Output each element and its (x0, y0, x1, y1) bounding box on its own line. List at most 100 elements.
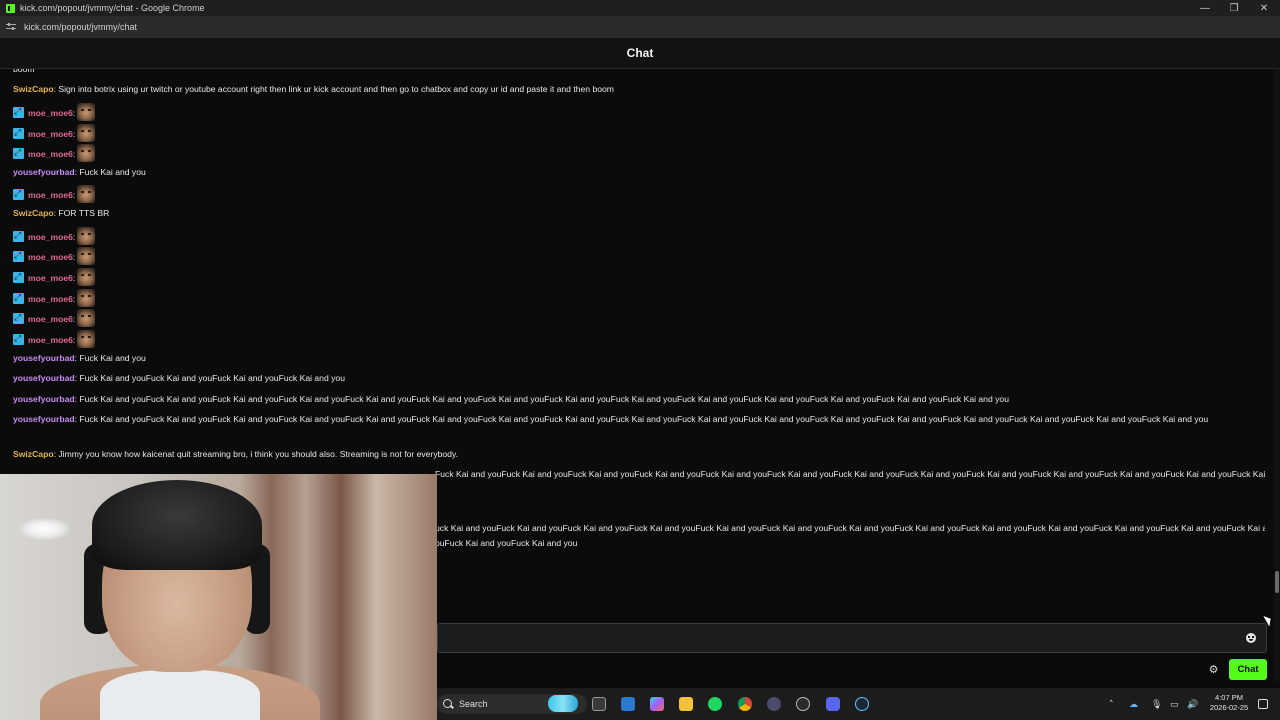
emote-icon (77, 144, 96, 162)
message-text: : FOR TTS BR (53, 208, 110, 218)
emote-icon (77, 268, 96, 286)
obs-icon[interactable] (796, 697, 810, 711)
badge-icon (13, 332, 24, 346)
badge-icon (13, 270, 24, 284)
message-text: : Fuck Kai and you (74, 353, 146, 363)
chevron-up-icon[interactable]: ˄ (1109, 700, 1114, 710)
chat-message: moe_moe6: (13, 289, 1263, 307)
clock-time: 4:07 PM (1215, 693, 1243, 702)
username[interactable]: moe_moe6 (28, 314, 73, 324)
emote-icon (77, 330, 96, 348)
chat-message: moe_moe6: (13, 124, 1263, 142)
badge-icon (13, 311, 24, 325)
badge-icon (13, 105, 24, 119)
message-text: : (72, 190, 76, 200)
message-text: : (72, 252, 76, 262)
scrollbar-thumb[interactable] (1275, 571, 1279, 593)
search-icon[interactable] (443, 699, 452, 708)
badge-icon (13, 291, 24, 305)
chat-message: moe_moe6: (13, 268, 1263, 286)
window-title: kick.com/popout/jvmmy/chat - Google Chro… (20, 3, 205, 13)
username[interactable]: yousefyourbad (13, 373, 75, 383)
search-highlight-icon[interactable] (548, 695, 578, 712)
chat-message: moe_moe6: (13, 330, 1263, 348)
chat-title: Chat (626, 46, 654, 60)
chrome-icon[interactable] (738, 697, 752, 711)
emote-icon (77, 289, 96, 307)
mic-icon[interactable]: 🎙 (1151, 700, 1162, 710)
message-text: : (72, 273, 76, 283)
address-bar[interactable]: kick.com/popout/jvmmy/chat (0, 16, 1280, 38)
store-icon[interactable] (621, 697, 635, 711)
message-text: : (72, 232, 76, 242)
file-explorer-icon[interactable] (679, 697, 693, 711)
gear-icon[interactable]: ⚙ (1208, 664, 1219, 675)
emote-icon (77, 227, 96, 245)
close-button[interactable]: ✕ (1249, 0, 1279, 16)
chat-message: yousefyourbad: Fuck Kai and you (13, 351, 1263, 365)
app-icon[interactable] (767, 697, 781, 711)
username[interactable]: moe_moe6 (28, 232, 73, 242)
username[interactable]: SwizCapo (13, 449, 54, 459)
chat-message: SwizCapo: Jimmy you know how kaicenat qu… (13, 447, 1263, 461)
emote-icon (77, 309, 96, 327)
username[interactable]: moe_moe6 (28, 252, 73, 262)
username[interactable]: moe_moe6 (28, 190, 73, 200)
username[interactable]: SwizCapo (13, 84, 54, 94)
taskbar-clock[interactable]: 4:07 PM 2026-02-25 (1205, 693, 1253, 713)
copilot-icon[interactable] (650, 697, 664, 711)
username[interactable]: moe_moe6 (28, 335, 73, 345)
chat-message: SwizCapo: FOR TTS BR (13, 206, 1263, 220)
username[interactable]: moe_moe6 (28, 149, 73, 159)
task-view-icon[interactable] (592, 697, 606, 711)
chat-message: SwizCapo: Sign into botrix using ur twit… (13, 82, 1263, 96)
onedrive-icon[interactable]: ☁ (1129, 700, 1138, 710)
message-text: : Sign into botrix using ur twitch or yo… (53, 84, 614, 94)
network-icon[interactable]: ▭ (1170, 700, 1179, 710)
emote-icon (77, 185, 96, 203)
emote-icon (77, 124, 96, 142)
site-info-icon[interactable] (6, 23, 16, 31)
chat-message: moe_moe6: (13, 144, 1263, 162)
volume-icon[interactable]: 🔊 (1187, 700, 1198, 710)
username[interactable]: yousefyourbad (13, 394, 75, 404)
message-text: : Jimmy you know how kaicenat quit strea… (53, 449, 459, 459)
chat-input[interactable] (437, 623, 1267, 653)
streamer-bonnet (92, 480, 262, 570)
message-text: : (72, 314, 76, 324)
message-text: : Fuck Kai and youFuck Kai and youFuck K… (74, 373, 345, 383)
username[interactable]: moe_moe6 (28, 273, 73, 283)
discord-icon[interactable] (826, 697, 840, 711)
streamer-shirt (100, 670, 260, 720)
username[interactable]: yousefyourbad (13, 414, 75, 424)
badge-icon (13, 146, 24, 160)
chat-message: yousefyourbad: Fuck Kai and you (13, 165, 1263, 179)
message-text: : Fuck Kai and youFuck Kai and youFuck K… (74, 414, 1209, 424)
chat-message: moe_moe6: (13, 185, 1263, 203)
message-text: : (72, 108, 76, 118)
emoji-icon[interactable] (1246, 633, 1256, 643)
username[interactable]: yousefyourbad (13, 167, 75, 177)
url-text[interactable]: kick.com/popout/jvmmy/chat (24, 22, 137, 32)
message-text: : (72, 129, 76, 139)
username[interactable]: moe_moe6 (28, 108, 73, 118)
restore-button[interactable]: ❐ (1219, 0, 1249, 16)
minimize-button[interactable]: — (1190, 0, 1220, 16)
username[interactable]: yousefyourbad (13, 353, 75, 363)
steam-icon[interactable] (855, 697, 869, 711)
username[interactable]: moe_moe6 (28, 294, 73, 304)
username[interactable]: SwizCapo (13, 208, 54, 218)
send-chat-button[interactable]: Chat (1229, 659, 1267, 680)
notification-icon[interactable] (1258, 699, 1268, 709)
username[interactable]: moe_moe6 (28, 129, 73, 139)
chat-message-partial: ouFuck Kai and youFuck Kai and you (435, 538, 578, 548)
spotify-icon[interactable] (708, 697, 722, 711)
search-label[interactable]: Search (459, 699, 488, 709)
ceiling-lamp (18, 518, 70, 540)
chat-message: moe_moe6: (13, 309, 1263, 327)
badge-icon (13, 187, 24, 201)
badge-icon (13, 126, 24, 140)
chat-message-partial: boom (13, 69, 1263, 76)
chat-message-partial: Fuck Kai and youFuck Kai and youFuck Kai… (435, 469, 1265, 479)
chat-message-partial: uck Kai and youFuck Kai and youFuck Kai … (435, 523, 1265, 533)
